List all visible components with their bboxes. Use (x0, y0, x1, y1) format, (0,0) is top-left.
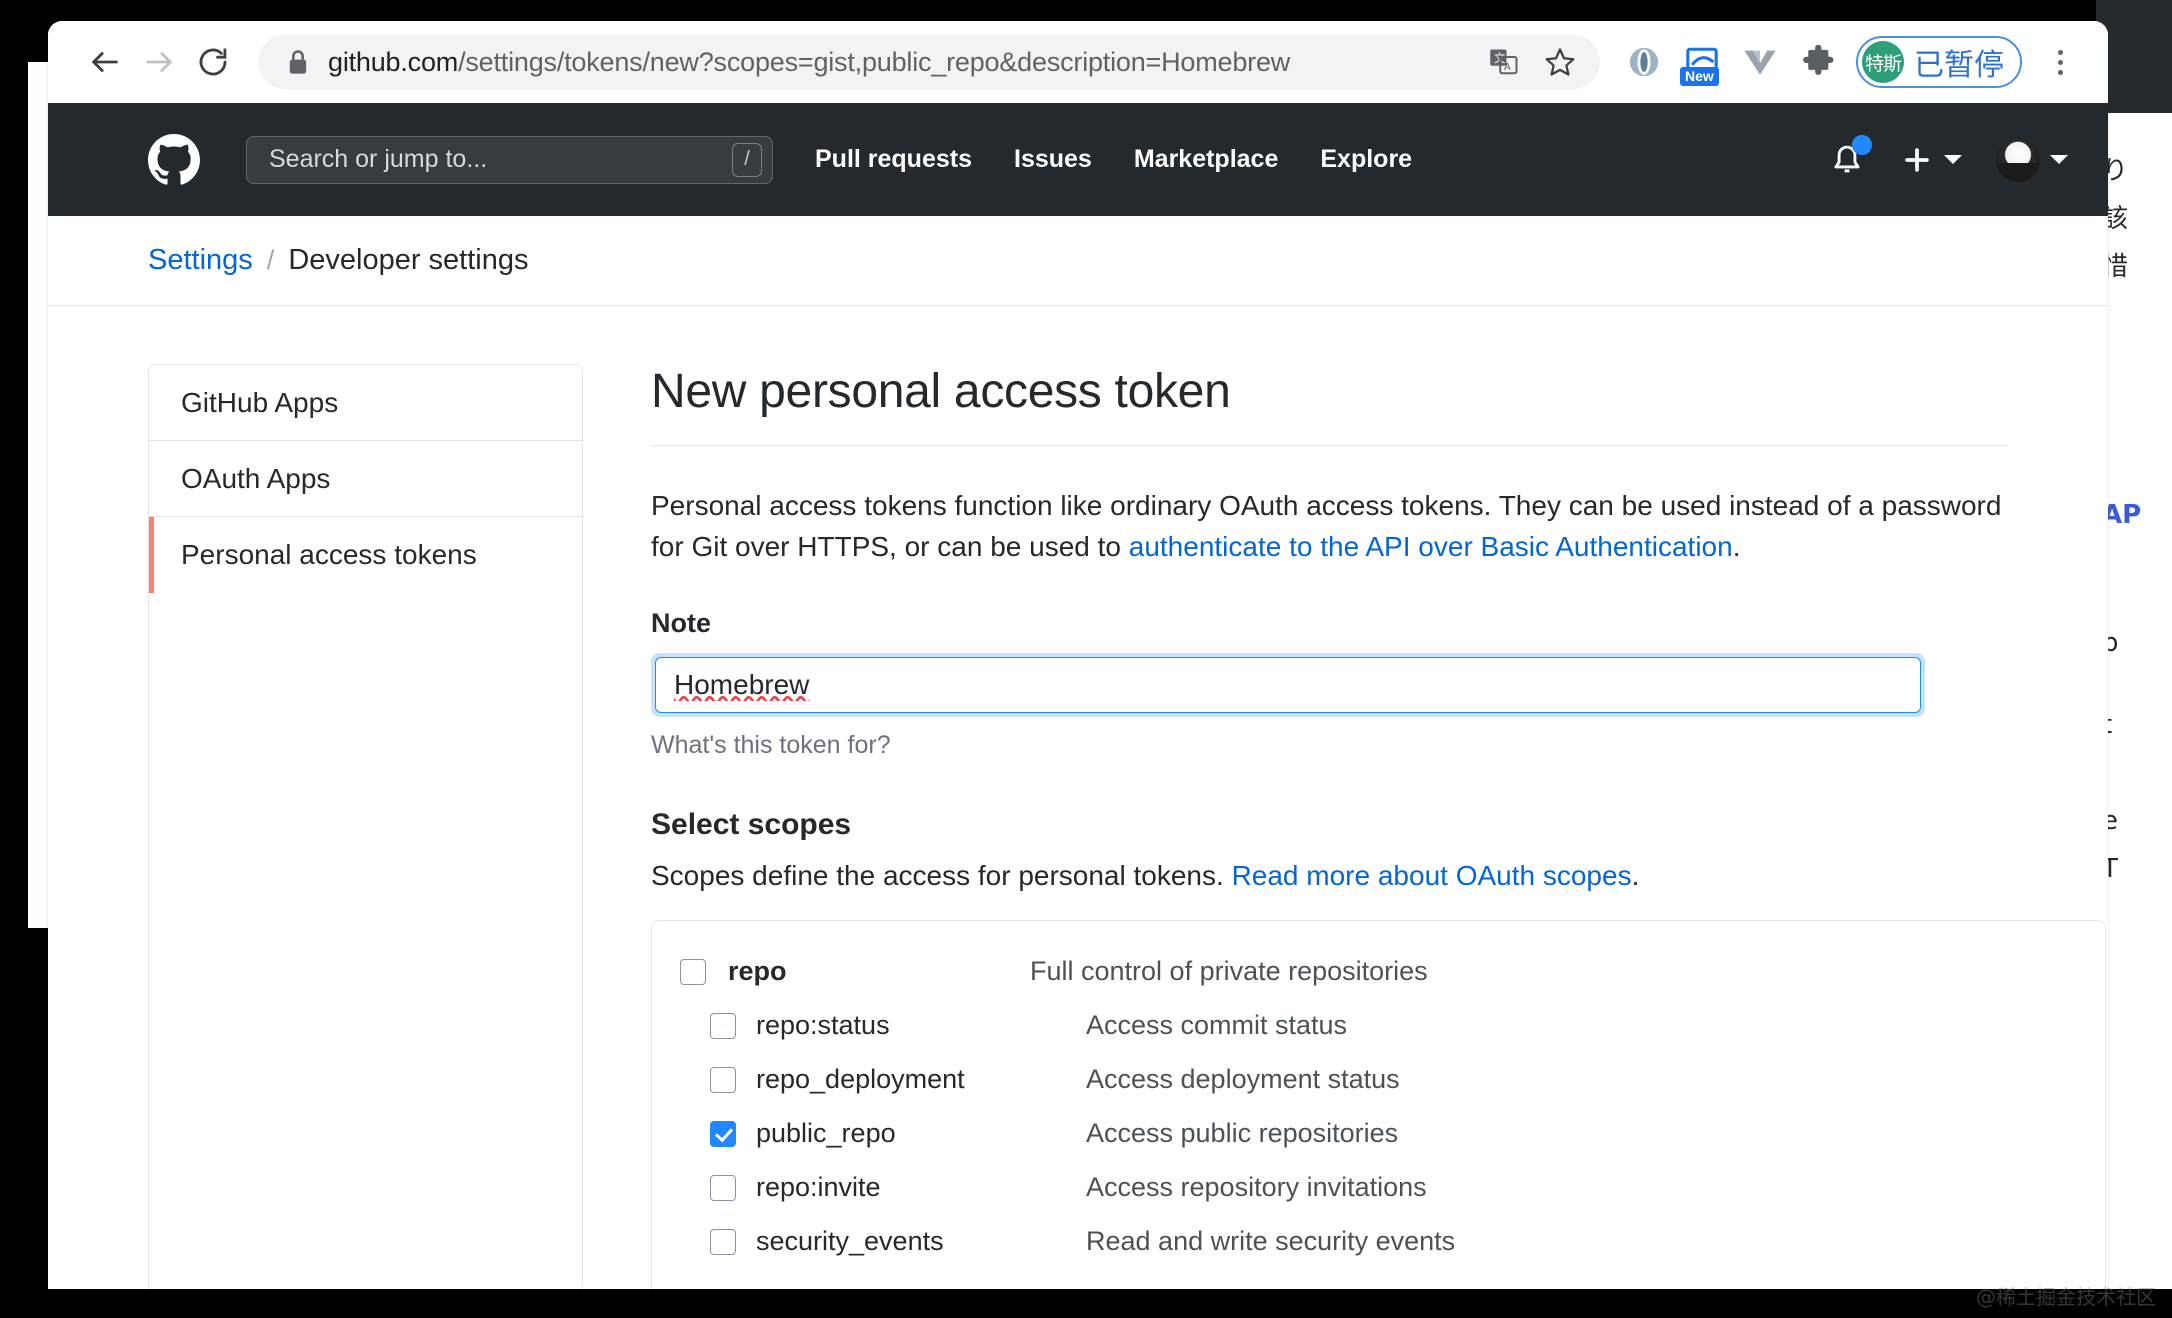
kebab-dot (2057, 69, 2063, 75)
create-new-menu[interactable] (1900, 143, 1962, 177)
oauth-scopes-link[interactable]: Read more about OAuth scopes (1232, 860, 1632, 891)
kebab-dot (2057, 59, 2063, 65)
scope-checkbox-public-repo[interactable] (710, 1120, 736, 1147)
nav-explore[interactable]: Explore (1320, 145, 1412, 174)
page-title: New personal access token (651, 364, 2008, 446)
nav-pull-requests[interactable]: Pull requests (815, 145, 972, 174)
scopes-desc-text-1: Scopes define the access for personal to… (651, 859, 1232, 891)
bell-icon[interactable] (1828, 134, 1872, 181)
chevron-down-icon (1944, 155, 1962, 164)
chevron-down-icon (2050, 155, 2068, 164)
browser-toolbar: github.com/settings/tokens/new?scopes=gi… (48, 21, 2108, 103)
opera-extension-icon[interactable] (1618, 36, 1670, 88)
puzzle-extensions-icon[interactable] (1792, 36, 1844, 88)
reload-icon[interactable] (186, 35, 240, 89)
extension-new-badge: New (1680, 67, 1719, 86)
notification-dot (1852, 134, 1872, 155)
lock-icon (286, 48, 310, 76)
url-text: github.com/settings/tokens/new?scopes=gi… (328, 46, 1291, 77)
note-label: Note (651, 607, 711, 638)
sidebar-item-personal-access-tokens[interactable]: Personal access tokens (149, 517, 582, 593)
tesla-avatar: 特斯 (1862, 41, 1904, 83)
scopes-heading: Select scopes (651, 807, 852, 841)
intro-text-2: . (1732, 530, 1741, 562)
extension-icons: New 特斯 已暂停 (1618, 36, 2086, 88)
breadcrumb: Settings / Developer settings (48, 216, 2108, 306)
plus-icon (1905, 147, 1929, 172)
left-edge-artifact (0, 0, 48, 1318)
bottom-edge-artifact (0, 1289, 2172, 1318)
intro-paragraph: Personal access tokens function like ord… (651, 486, 2008, 568)
scope-row-public-repo[interactable]: public_repo Access public repositories (652, 1107, 2105, 1161)
back-arrow-icon[interactable] (78, 35, 132, 89)
scope-name: repo:status (756, 1010, 890, 1041)
nav-marketplace[interactable]: Marketplace (1134, 145, 1279, 174)
breadcrumb-current: Developer settings (288, 244, 529, 276)
scope-name: repo (728, 956, 787, 987)
scope-description: Access repository invitations (1086, 1172, 1427, 1203)
github-nav: Pull requests Issues Marketplace Explore (815, 145, 1412, 174)
scope-row-repo-status[interactable]: repo:status Access commit status (652, 999, 2105, 1053)
sidebar-item-oauth-apps[interactable]: OAuth Apps (149, 441, 582, 517)
settings-sidebar: GitHub Apps OAuth Apps Personal access t… (148, 364, 583, 1290)
scope-name: public_repo (756, 1118, 896, 1149)
scope-description: Read and write security events (1086, 1226, 1456, 1257)
sidebar-item-label: OAuth Apps (181, 462, 331, 494)
scope-description: Full control of private repositories (1030, 956, 1428, 987)
scope-name: repo_deployment (756, 1064, 965, 1095)
svg-text:A: A (1504, 62, 1511, 73)
star-icon[interactable] (1534, 36, 1586, 88)
basic-auth-link[interactable]: authenticate to the API over Basic Authe… (1129, 531, 1733, 562)
kebab-menu-icon[interactable] (2034, 36, 2086, 88)
breadcrumb-separator: / (266, 245, 275, 275)
kebab-dot (2057, 49, 2063, 55)
scopes-list: repo Full control of private repositorie… (651, 919, 2106, 1290)
background-window-sliver (28, 62, 48, 928)
sidebar-item-label: GitHub Apps (181, 386, 339, 418)
search-shortcut-key: / (732, 142, 762, 177)
scope-checkbox-security-events[interactable] (710, 1228, 736, 1255)
address-bar[interactable]: github.com/settings/tokens/new?scopes=gi… (258, 35, 1600, 89)
note-input-focus-ring (651, 652, 1925, 717)
main-content: New personal access token Personal acces… (651, 364, 2108, 1290)
github-header-actions (1828, 134, 2068, 182)
scope-row-repo-invite[interactable]: repo:invite Access repository invitation… (652, 1161, 2105, 1215)
scope-description: Access commit status (1086, 1010, 1348, 1041)
note-hint: What's this token for? (651, 730, 891, 759)
watermark: @稀土掘金技术社区 (1976, 1285, 2156, 1309)
tesla-status-label: 已暂停 (1914, 48, 2004, 83)
scope-row-repo[interactable]: repo Full control of private repositorie… (652, 945, 2105, 999)
scope-checkbox-repo-invite[interactable] (710, 1174, 736, 1201)
scope-name: repo:invite (756, 1172, 881, 1203)
translate-icon[interactable]: 文 A (1478, 36, 1530, 88)
scope-row-security-events[interactable]: security_events Read and write security … (652, 1215, 2105, 1269)
nav-issues[interactable]: Issues (1014, 145, 1092, 174)
page-body: GitHub Apps OAuth Apps Personal access t… (48, 306, 2108, 1290)
scopes-description: Scopes define the access for personal to… (651, 860, 2008, 892)
scope-checkbox-repo[interactable] (680, 958, 706, 985)
avatar (1996, 137, 2040, 182)
screenshot-extension-icon[interactable]: New (1676, 36, 1728, 88)
browser-window: github.com/settings/tokens/new?scopes=gi… (48, 21, 2108, 1290)
scope-description: Access deployment status (1086, 1064, 1400, 1095)
forward-arrow-icon[interactable] (132, 35, 186, 89)
scope-checkbox-repo-deployment[interactable] (710, 1066, 736, 1093)
breadcrumb-settings-link[interactable]: Settings (148, 244, 253, 277)
sidebar-item-label: Personal access tokens (181, 539, 477, 570)
scopes-desc-text-2: . (1631, 859, 1640, 891)
search-input[interactable]: Search or jump to... / (246, 135, 773, 184)
desktop-background: り 該 惜 AP i b t : e T (0, 0, 2172, 1318)
vue-devtools-icon[interactable] (1734, 36, 1786, 88)
scope-name: security_events (756, 1226, 944, 1257)
github-header: Search or jump to... / Pull requests Iss… (48, 103, 2108, 216)
sidebar-item-github-apps[interactable]: GitHub Apps (149, 365, 582, 441)
github-mark-icon[interactable] (148, 133, 200, 186)
profile-menu[interactable] (1996, 137, 2068, 182)
search-placeholder: Search or jump to... (269, 145, 488, 173)
scope-checkbox-repo-status[interactable] (710, 1012, 736, 1039)
scope-row-repo-deployment[interactable]: repo_deployment Access deployment status (652, 1053, 2105, 1107)
scope-description: Access public repositories (1086, 1118, 1399, 1149)
tesla-extension-pill[interactable]: 特斯 已暂停 (1856, 36, 2022, 88)
note-input[interactable] (655, 656, 1921, 713)
